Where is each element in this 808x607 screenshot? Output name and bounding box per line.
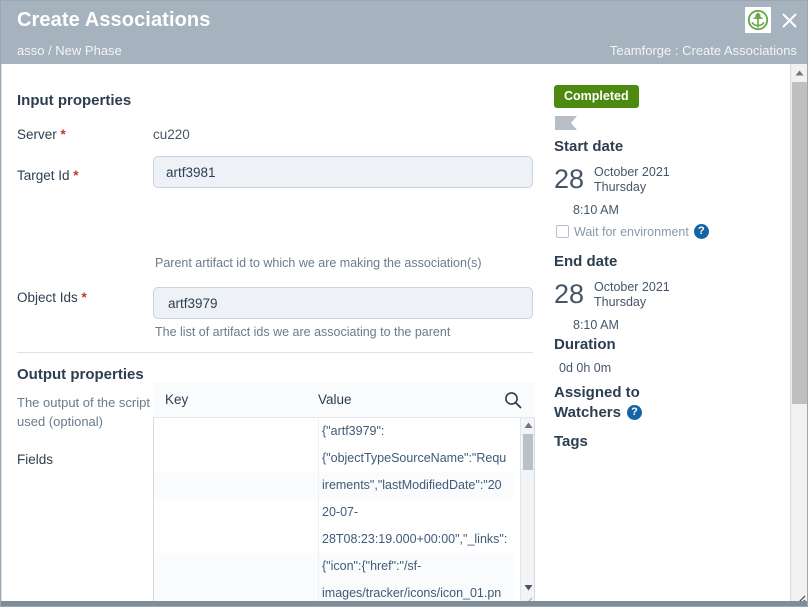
- dialog-titlebar: Create Associations asso / New Phase Tea…: [1, 1, 807, 64]
- value-cell: {"icon":{"href":"/sf-: [322, 559, 422, 573]
- help-icon[interactable]: ?: [693, 224, 709, 239]
- duration-label: Duration: [554, 336, 616, 353]
- scroll-up-arrow-icon[interactable]: [521, 418, 534, 432]
- assigned-to-label: Assigned to: [554, 384, 640, 401]
- output-properties-heading: Output properties: [17, 366, 144, 383]
- page-scroll-thumb[interactable]: [792, 82, 807, 404]
- page-title: Create Associations: [17, 9, 211, 31]
- status-badge: Completed: [554, 85, 639, 108]
- server-label-text: Server: [17, 127, 57, 142]
- teamforge-logo-icon: [745, 7, 771, 33]
- target-id-label-text: Target Id: [17, 168, 70, 183]
- help-icon[interactable]: ?: [626, 405, 642, 420]
- target-id-help-text: Parent artifact id to which we are makin…: [155, 256, 482, 270]
- status-panel: Completed Start date 28 October 2021 Thu…: [549, 64, 787, 606]
- scroll-up-arrow-icon[interactable]: [791, 64, 807, 81]
- key-cell: [154, 472, 319, 499]
- end-date-label: End date: [554, 253, 618, 270]
- table-row[interactable]: {"objectTypeSourceName":"Requ: [154, 445, 514, 472]
- page-scrollbar[interactable]: [790, 64, 807, 606]
- object-ids-label: Object Ids *: [17, 290, 87, 305]
- section-divider: [17, 352, 533, 353]
- table-row[interactable]: 20-07-: [154, 499, 514, 526]
- end-date-weekday: Thursday: [594, 295, 647, 309]
- titlebar-top-row: Create Associations: [1, 1, 807, 42]
- server-label: Server *: [17, 127, 66, 142]
- column-header-value: Value: [318, 392, 352, 407]
- end-date-time: 8:10 AM: [573, 318, 619, 332]
- wait-for-environment-label: Wait for environment: [574, 224, 689, 239]
- target-id-required-marker: *: [73, 168, 79, 183]
- start-date-weekday: Thursday: [594, 180, 647, 194]
- search-icon[interactable]: [503, 390, 523, 410]
- target-id-label: Target Id *: [17, 168, 79, 183]
- wait-for-environment-row[interactable]: Wait for environment ?: [556, 224, 709, 239]
- key-cell: [154, 526, 319, 553]
- key-cell: [154, 499, 319, 526]
- window-bottom-edge: [1, 601, 807, 606]
- key-cell: [154, 445, 319, 472]
- target-id-input[interactable]: [153, 156, 533, 188]
- table-row[interactable]: 28T08:23:19.000+00:00","_links":: [154, 526, 514, 553]
- watchers-row: Watchers ?: [554, 404, 642, 421]
- start-date-day: 28: [554, 164, 585, 194]
- object-ids-label-text: Object Ids: [17, 290, 78, 305]
- server-required-marker: *: [60, 127, 66, 142]
- breadcrumb: asso / New Phase: [17, 43, 122, 58]
- wait-for-environment-checkbox[interactable]: [556, 225, 569, 238]
- input-properties-heading: Input properties: [17, 92, 132, 109]
- watchers-label: Watchers: [554, 404, 621, 421]
- value-cell: {"objectTypeSourceName":"Requ: [322, 451, 507, 465]
- fields-table: Key Value {"artf3979": {"objectTypeSourc…: [153, 382, 535, 606]
- start-date-label: Start date: [554, 138, 624, 155]
- column-header-key: Key: [165, 392, 189, 407]
- start-date-monthyear: October 2021: [594, 165, 670, 179]
- fields-table-rows: {"artf3979": {"objectTypeSourceName":"Re…: [154, 418, 514, 606]
- create-associations-dialog: Create Associations asso / New Phase Tea…: [0, 0, 808, 607]
- fields-table-header: Key Value: [153, 382, 535, 418]
- table-row[interactable]: {"icon":{"href":"/sf-: [154, 553, 514, 580]
- fields-table-scrollbar[interactable]: [520, 418, 534, 606]
- end-date-monthyear: October 2021: [594, 280, 670, 294]
- start-date-time: 8:10 AM: [573, 203, 619, 217]
- dialog-body: Input properties Server * cu220 Target I…: [1, 64, 807, 606]
- object-ids-help-text: The list of artifact ids we are associat…: [155, 325, 451, 339]
- object-ids-required-marker: *: [81, 290, 87, 305]
- object-ids-input[interactable]: [153, 287, 533, 319]
- fields-label: Fields: [17, 452, 54, 467]
- server-value: cu220: [153, 127, 190, 142]
- fields-table-body: {"artf3979": {"objectTypeSourceName":"Re…: [153, 418, 535, 606]
- value-cell: 28T08:23:19.000+00:00","_links":: [322, 532, 508, 546]
- value-cell: {"artf3979":: [322, 424, 385, 438]
- end-date-day: 28: [554, 279, 585, 309]
- form-column: Input properties Server * cu220 Target I…: [1, 64, 549, 606]
- table-row[interactable]: {"artf3979":: [154, 418, 514, 445]
- key-cell: [154, 418, 319, 445]
- titlebar-context-label: Teamforge : Create Associations: [609, 43, 797, 58]
- value-cell: 20-07-: [322, 505, 359, 519]
- close-icon[interactable]: [778, 9, 800, 31]
- flag-icon: [555, 116, 577, 130]
- scroll-down-arrow-icon[interactable]: [521, 580, 534, 594]
- value-cell: irements","lastModifiedDate":"20: [322, 478, 502, 492]
- tags-label: Tags: [554, 433, 588, 450]
- key-cell: [154, 553, 319, 580]
- table-row[interactable]: irements","lastModifiedDate":"20: [154, 472, 514, 499]
- fields-table-scroll-thumb[interactable]: [523, 434, 533, 470]
- duration-value: 0d 0h 0m: [559, 361, 612, 375]
